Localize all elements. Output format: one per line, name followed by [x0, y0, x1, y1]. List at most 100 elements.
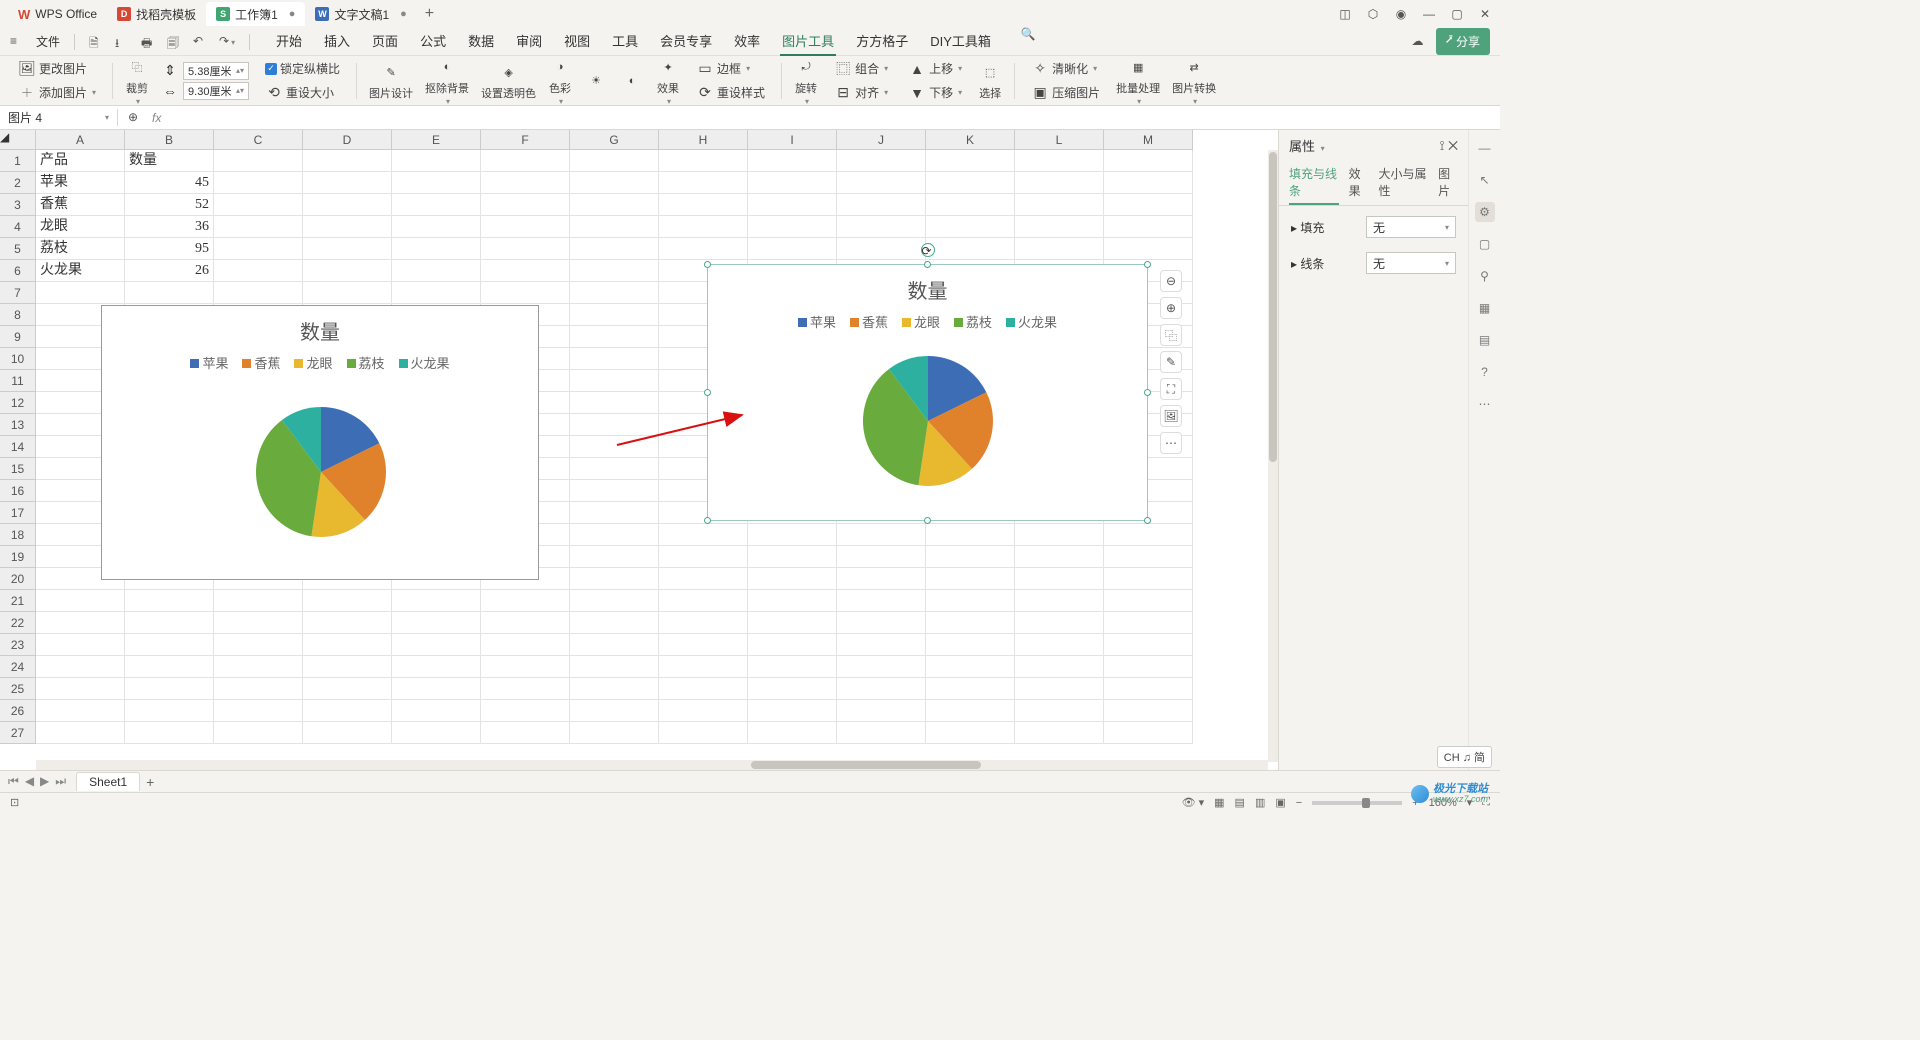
cell[interactable]: [570, 194, 659, 216]
cell[interactable]: 45: [125, 172, 214, 194]
menu-tab-review[interactable]: 审阅: [514, 27, 544, 56]
prop-tab-fill[interactable]: 填充与线条: [1289, 161, 1339, 205]
cell[interactable]: [1015, 216, 1104, 238]
cell[interactable]: [570, 172, 659, 194]
cell[interactable]: [1104, 194, 1193, 216]
cell[interactable]: [926, 150, 1015, 172]
cell[interactable]: [481, 150, 570, 172]
cell[interactable]: [481, 216, 570, 238]
cell[interactable]: [303, 656, 392, 678]
cell[interactable]: [748, 722, 837, 744]
undo-icon[interactable]: ↶: [193, 34, 209, 50]
cell[interactable]: [1015, 546, 1104, 568]
cell[interactable]: [926, 194, 1015, 216]
cell[interactable]: [481, 634, 570, 656]
view-break-icon[interactable]: ▥: [1255, 796, 1265, 809]
cell[interactable]: [392, 172, 481, 194]
row-header[interactable]: 26: [0, 700, 36, 722]
cell[interactable]: [303, 722, 392, 744]
cell[interactable]: 95: [125, 238, 214, 260]
sheet-nav-next-icon[interactable]: ▶: [40, 774, 49, 789]
row-header[interactable]: 3: [0, 194, 36, 216]
row-header[interactable]: 6: [0, 260, 36, 282]
cell[interactable]: [570, 656, 659, 678]
cell[interactable]: [837, 612, 926, 634]
row-header[interactable]: 20: [0, 568, 36, 590]
menu-tab-home[interactable]: 开始: [274, 27, 304, 56]
view-page-icon[interactable]: ▤: [1235, 796, 1245, 809]
lock-ratio-checkbox[interactable]: ✓锁定纵横比: [261, 58, 344, 79]
pin-icon[interactable]: ⟟: [1440, 138, 1445, 153]
cell[interactable]: [481, 172, 570, 194]
menu-tab-page[interactable]: 页面: [370, 27, 400, 56]
cell[interactable]: [214, 656, 303, 678]
col-header[interactable]: M: [1104, 130, 1193, 150]
menu-tab-diy[interactable]: DIY工具箱: [928, 27, 993, 56]
cell[interactable]: [1015, 238, 1104, 260]
menu-tab-view[interactable]: 视图: [562, 27, 592, 56]
cell[interactable]: [926, 656, 1015, 678]
col-header[interactable]: I: [748, 130, 837, 150]
window-cube-icon[interactable]: ⬡: [1366, 7, 1380, 21]
cell[interactable]: [392, 656, 481, 678]
select-all-corner[interactable]: ◢: [0, 130, 36, 150]
cell[interactable]: 龙眼: [36, 216, 125, 238]
cell[interactable]: [926, 238, 1015, 260]
cell[interactable]: [837, 678, 926, 700]
row-header[interactable]: 15: [0, 458, 36, 480]
color-button[interactable]: ◑色彩▾: [544, 55, 576, 106]
col-header[interactable]: D: [303, 130, 392, 150]
row-header[interactable]: 10: [0, 348, 36, 370]
cell[interactable]: [303, 194, 392, 216]
cell[interactable]: [303, 612, 392, 634]
row-header[interactable]: 13: [0, 414, 36, 436]
cell[interactable]: [1104, 546, 1193, 568]
row-header[interactable]: 24: [0, 656, 36, 678]
cell[interactable]: [1015, 172, 1104, 194]
cell[interactable]: [570, 524, 659, 546]
cell[interactable]: [748, 656, 837, 678]
sheet-nav-prev-icon[interactable]: ◀: [25, 774, 34, 789]
change-pic-button[interactable]: 🖼更改图片: [14, 58, 100, 80]
cell[interactable]: [481, 238, 570, 260]
cell[interactable]: [36, 634, 125, 656]
cell[interactable]: 产品: [36, 150, 125, 172]
pic-design-button[interactable]: ✎图片设计: [365, 60, 417, 101]
cell[interactable]: [1015, 194, 1104, 216]
cell[interactable]: 36: [125, 216, 214, 238]
cell[interactable]: [1104, 612, 1193, 634]
cell[interactable]: [125, 656, 214, 678]
cell[interactable]: [570, 502, 659, 524]
prop-tab-size[interactable]: 大小与属性: [1379, 161, 1429, 205]
move-up-button[interactable]: ▲上移▾: [904, 58, 966, 80]
cell[interactable]: [1104, 634, 1193, 656]
row-header[interactable]: 2: [0, 172, 36, 194]
cell[interactable]: 苹果: [36, 172, 125, 194]
chart-object-1[interactable]: 数量 苹果香蕉龙眼荔枝火龙果: [101, 305, 539, 580]
cell[interactable]: [748, 590, 837, 612]
cell[interactable]: [748, 150, 837, 172]
ime-indicator[interactable]: CH ♫ 简: [1437, 746, 1492, 768]
cell[interactable]: [570, 414, 659, 436]
share-button[interactable]: ⭷ 分享: [1436, 28, 1490, 55]
cell[interactable]: 香蕉: [36, 194, 125, 216]
line-select[interactable]: 无▾: [1366, 252, 1456, 274]
cell[interactable]: [36, 612, 125, 634]
effect-button[interactable]: ✦效果▾: [652, 55, 684, 106]
height-input[interactable]: 5.38厘米▴▾: [183, 62, 249, 80]
cell[interactable]: [748, 216, 837, 238]
cell[interactable]: [570, 150, 659, 172]
cell[interactable]: [392, 722, 481, 744]
chart-image-selected[interactable]: 数量 苹果香蕉龙眼荔枝火龙果 ⟳: [707, 264, 1148, 521]
cell[interactable]: 52: [125, 194, 214, 216]
menu-tab-efficiency[interactable]: 效率: [732, 27, 762, 56]
row-header[interactable]: 11: [0, 370, 36, 392]
cell[interactable]: [125, 590, 214, 612]
cell[interactable]: [36, 678, 125, 700]
cell[interactable]: [481, 590, 570, 612]
cell[interactable]: [125, 722, 214, 744]
col-header[interactable]: L: [1015, 130, 1104, 150]
cell[interactable]: [837, 238, 926, 260]
zoom-out-icon[interactable]: ⊖: [1160, 270, 1182, 292]
cell[interactable]: [926, 678, 1015, 700]
